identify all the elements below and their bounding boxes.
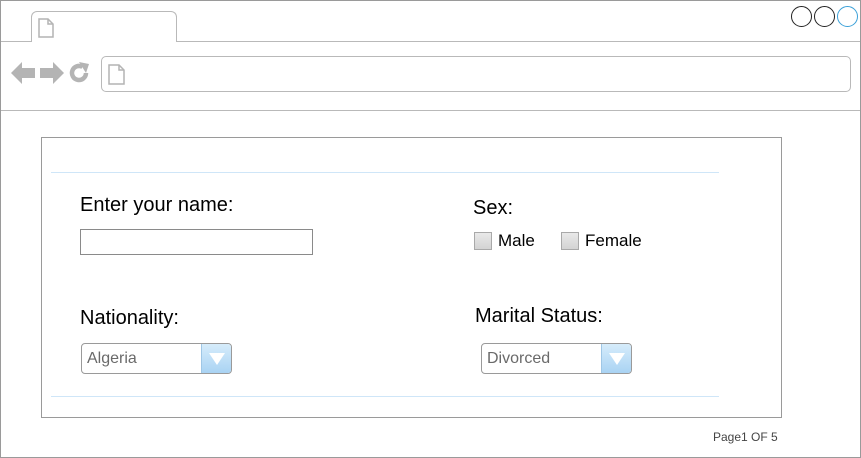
sex-option-male[interactable]: Male (474, 231, 535, 251)
window-control-button[interactable] (814, 6, 835, 27)
page-indicator: Page1 OF 5 (713, 430, 778, 444)
marital-status-selected-value: Divorced (487, 350, 551, 367)
forward-arrow-icon[interactable] (39, 62, 64, 84)
navigation-buttons (11, 61, 91, 85)
window-control-button[interactable] (791, 6, 812, 27)
chevron-down-icon (609, 353, 625, 365)
name-label: Enter your name: (80, 194, 234, 216)
male-checkbox-label: Male (498, 231, 535, 250)
page-icon (38, 18, 54, 38)
bottom-rule (51, 396, 719, 397)
sex-option-female[interactable]: Female (561, 231, 642, 251)
window-controls (791, 6, 858, 27)
top-rule (51, 172, 719, 173)
page-icon (108, 64, 125, 85)
nationality-dropdown-button[interactable] (201, 344, 231, 373)
reload-icon[interactable] (67, 61, 91, 85)
nationality-selected-value: Algeria (87, 350, 137, 367)
female-checkbox-label: Female (585, 231, 642, 250)
toolbar-divider (1, 110, 860, 111)
back-arrow-icon[interactable] (11, 62, 36, 84)
marital-status-dropdown-button[interactable] (601, 344, 631, 373)
address-bar[interactable] (101, 56, 851, 92)
marital-status-select[interactable]: Divorced (481, 343, 632, 374)
nationality-select[interactable]: Algeria (81, 343, 232, 374)
nationality-label: Nationality: (80, 307, 179, 329)
window-control-button[interactable] (837, 6, 858, 27)
sex-label: Sex: (473, 197, 514, 219)
name-input[interactable] (80, 229, 313, 255)
browser-tab[interactable] (31, 11, 177, 42)
male-checkbox[interactable] (474, 232, 492, 250)
form-panel: Enter your name: Sex: Male Female Nation… (41, 137, 782, 418)
marital-status-label: Marital Status: (475, 305, 603, 327)
chevron-down-icon (209, 353, 225, 365)
female-checkbox[interactable] (561, 232, 579, 250)
browser-window: Enter your name: Sex: Male Female Nation… (0, 0, 861, 458)
